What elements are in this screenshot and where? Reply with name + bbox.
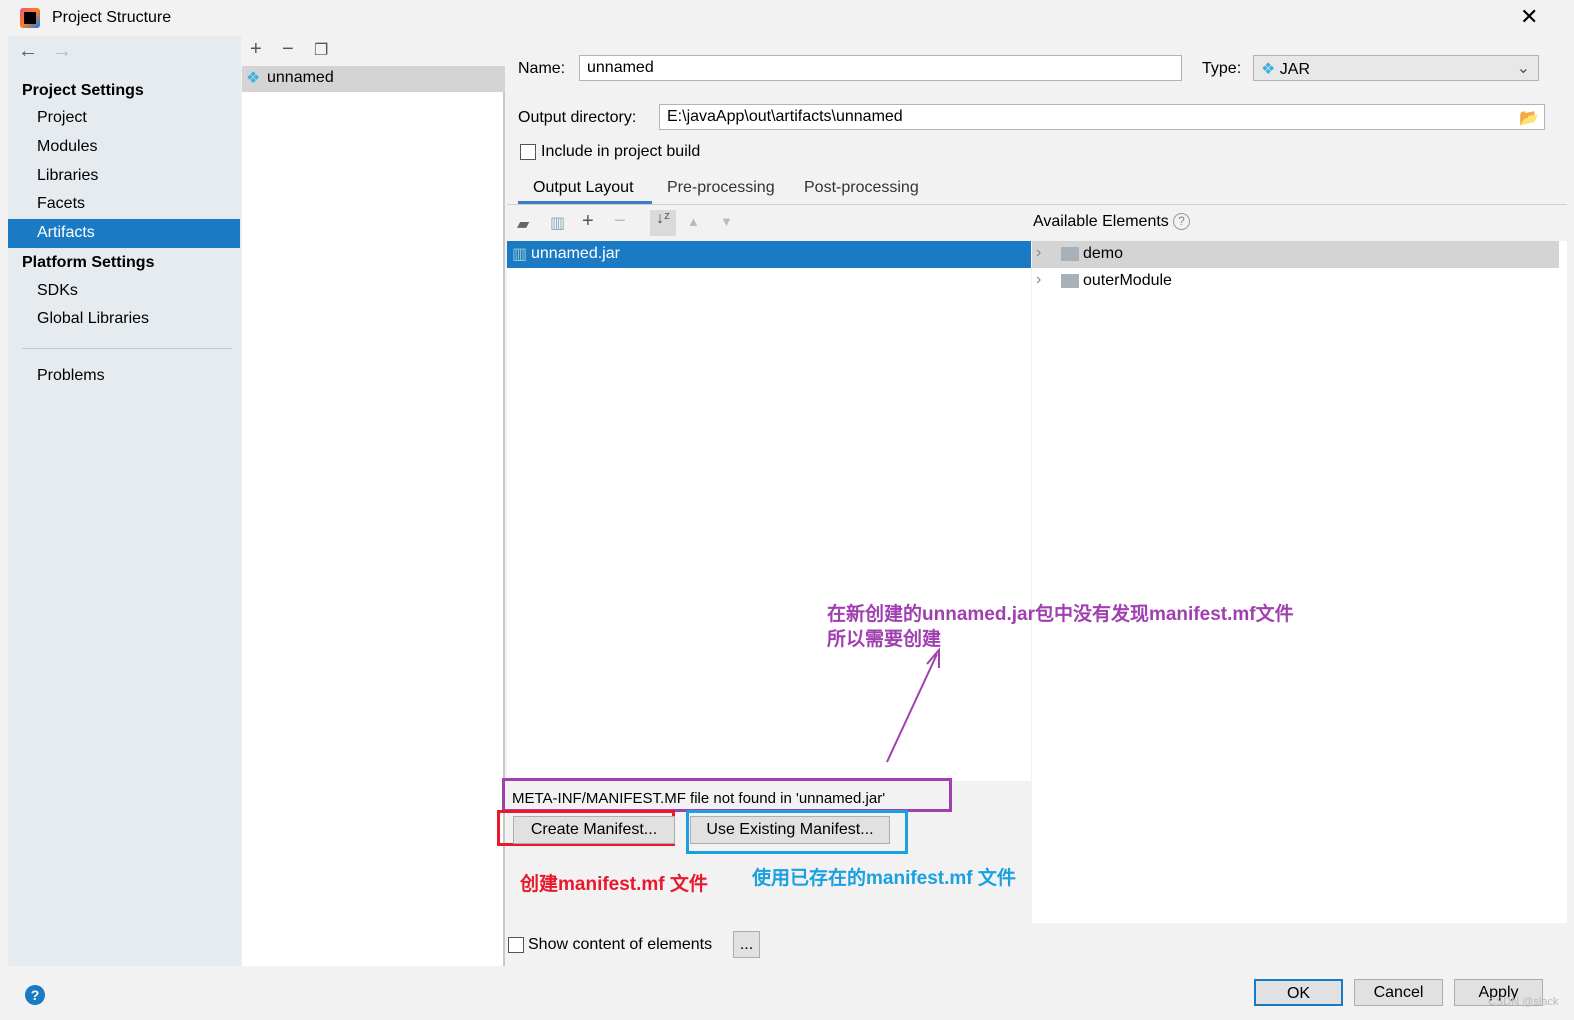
artifact-item-unnamed[interactable]: ❖ unnamed bbox=[242, 66, 505, 92]
tab-post-processing[interactable]: Post-processing bbox=[804, 179, 919, 197]
folder-browse-icon[interactable]: 📂 bbox=[1519, 108, 1539, 128]
manifest-message: META-INF/MANIFEST.MF file not found in '… bbox=[512, 790, 886, 807]
tab-divider bbox=[507, 204, 1567, 205]
chevron-right-icon[interactable]: › bbox=[1036, 271, 1041, 289]
available-item-label: demo bbox=[1083, 245, 1124, 262]
sidebar-item-facets[interactable]: Facets bbox=[37, 195, 85, 213]
include-build-checkbox[interactable] bbox=[520, 144, 536, 160]
show-content-label: Show content of elements bbox=[528, 936, 713, 953]
available-item-demo[interactable]: › demo bbox=[1032, 241, 1559, 268]
type-value: JAR bbox=[1279, 61, 1311, 78]
sidebar-item-sdks[interactable]: SDKs bbox=[37, 282, 78, 300]
divider bbox=[22, 348, 232, 349]
available-item-outermodule[interactable]: › outerModule bbox=[1032, 268, 1559, 295]
show-content-checkbox[interactable] bbox=[508, 937, 524, 953]
artifact-toolbar: + − ❐ bbox=[242, 36, 505, 66]
name-input[interactable]: unnamed bbox=[579, 55, 1182, 81]
remove-element-icon[interactable]: − bbox=[614, 210, 626, 233]
window-title: Project Structure bbox=[52, 9, 172, 26]
project-settings-header: Project Settings bbox=[22, 82, 144, 99]
tab-pre-processing[interactable]: Pre-processing bbox=[667, 179, 775, 197]
forward-arrow-icon[interactable]: → bbox=[52, 40, 72, 63]
sidebar-item-global-libraries[interactable]: Global Libraries bbox=[37, 310, 149, 328]
annotation-arrow bbox=[886, 647, 940, 763]
chevron-right-icon[interactable]: › bbox=[1036, 244, 1041, 262]
use-existing-manifest-button[interactable]: Use Existing Manifest... bbox=[690, 816, 890, 844]
artifact-label: unnamed bbox=[267, 69, 334, 86]
annotation-blue-text: 使用已存在的manifest.mf 文件 bbox=[752, 868, 1016, 889]
jar-icon: ❖ bbox=[1261, 61, 1276, 78]
sidebar-item-modules[interactable]: Modules bbox=[37, 138, 97, 156]
type-label: Type: bbox=[1202, 60, 1242, 77]
create-manifest-button[interactable]: Create Manifest... bbox=[513, 816, 675, 844]
chevron-down-icon: ⌄ bbox=[1516, 60, 1530, 77]
sidebar-item-artifacts[interactable]: Artifacts bbox=[37, 224, 95, 242]
layout-tree: ▥ unnamed.jar bbox=[507, 241, 1031, 781]
jar-file-icon: ▥ bbox=[512, 246, 528, 263]
sidebar-item-libraries[interactable]: Libraries bbox=[37, 167, 98, 185]
tree-item-unnamed-jar[interactable]: ▥ unnamed.jar bbox=[507, 241, 1031, 268]
watermark: CSDN @slack bbox=[1488, 996, 1559, 1008]
name-label: Name: bbox=[518, 60, 566, 77]
help-icon[interactable]: ? bbox=[25, 985, 45, 1005]
sort-icon[interactable]: ↓ᶻ bbox=[650, 210, 676, 236]
move-up-icon[interactable]: ▲ bbox=[687, 214, 700, 229]
add-element-icon[interactable]: + bbox=[582, 210, 594, 233]
platform-settings-header: Platform Settings bbox=[22, 254, 155, 271]
ok-button[interactable]: OK bbox=[1254, 979, 1343, 1006]
help-icon[interactable]: ? bbox=[1173, 213, 1190, 230]
module-folder-icon bbox=[1061, 247, 1079, 261]
title-bar: Project Structure ✕ bbox=[0, 0, 1574, 36]
output-dir-input[interactable]: E:\javaApp\out\artifacts\unnamed bbox=[659, 104, 1545, 130]
annotation-red-text: 创建manifest.mf 文件 bbox=[520, 874, 708, 895]
cancel-button[interactable]: Cancel bbox=[1354, 979, 1443, 1006]
copy-icon[interactable]: ❐ bbox=[314, 40, 328, 60]
output-dir-label: Output directory: bbox=[518, 109, 637, 126]
show-content-options-button[interactable]: ... bbox=[733, 931, 760, 958]
artifact-list-panel: + − ❐ ❖ unnamed bbox=[242, 36, 505, 966]
type-select[interactable]: ❖ JAR ⌄ bbox=[1253, 55, 1539, 81]
move-down-icon[interactable]: ▼ bbox=[720, 214, 733, 229]
close-icon[interactable]: ✕ bbox=[1520, 4, 1538, 30]
available-elements-title: Available Elements bbox=[1033, 213, 1169, 230]
annotation-purple-line1: 在新创建的unnamed.jar包中没有发现manifest.mf文件 bbox=[827, 604, 1294, 625]
module-folder-icon bbox=[1061, 274, 1079, 288]
available-elements-tree: › demo › outerModule bbox=[1032, 241, 1567, 923]
sidebar-item-project[interactable]: Project bbox=[37, 109, 87, 127]
archive-icon[interactable]: ▥ bbox=[550, 213, 565, 233]
tree-item-label: unnamed.jar bbox=[531, 245, 620, 262]
remove-icon[interactable]: − bbox=[282, 38, 294, 61]
add-icon[interactable]: + bbox=[250, 38, 262, 61]
sidebar-item-problems[interactable]: Problems bbox=[37, 367, 105, 385]
artifact-editor: Name: unnamed Type: ❖ JAR ⌄ Output direc… bbox=[497, 36, 1567, 966]
tab-output-layout[interactable]: Output Layout bbox=[533, 179, 634, 197]
include-build-label: Include in project build bbox=[541, 143, 701, 160]
back-arrow-icon[interactable]: ← bbox=[18, 40, 38, 63]
sidebar: ← → Project Settings Project Modules Lib… bbox=[8, 36, 241, 966]
available-item-label: outerModule bbox=[1083, 272, 1172, 289]
intellij-logo-icon bbox=[20, 8, 40, 28]
artifact-icon: ❖ bbox=[246, 70, 261, 87]
new-folder-icon[interactable]: ▰ bbox=[517, 214, 529, 234]
